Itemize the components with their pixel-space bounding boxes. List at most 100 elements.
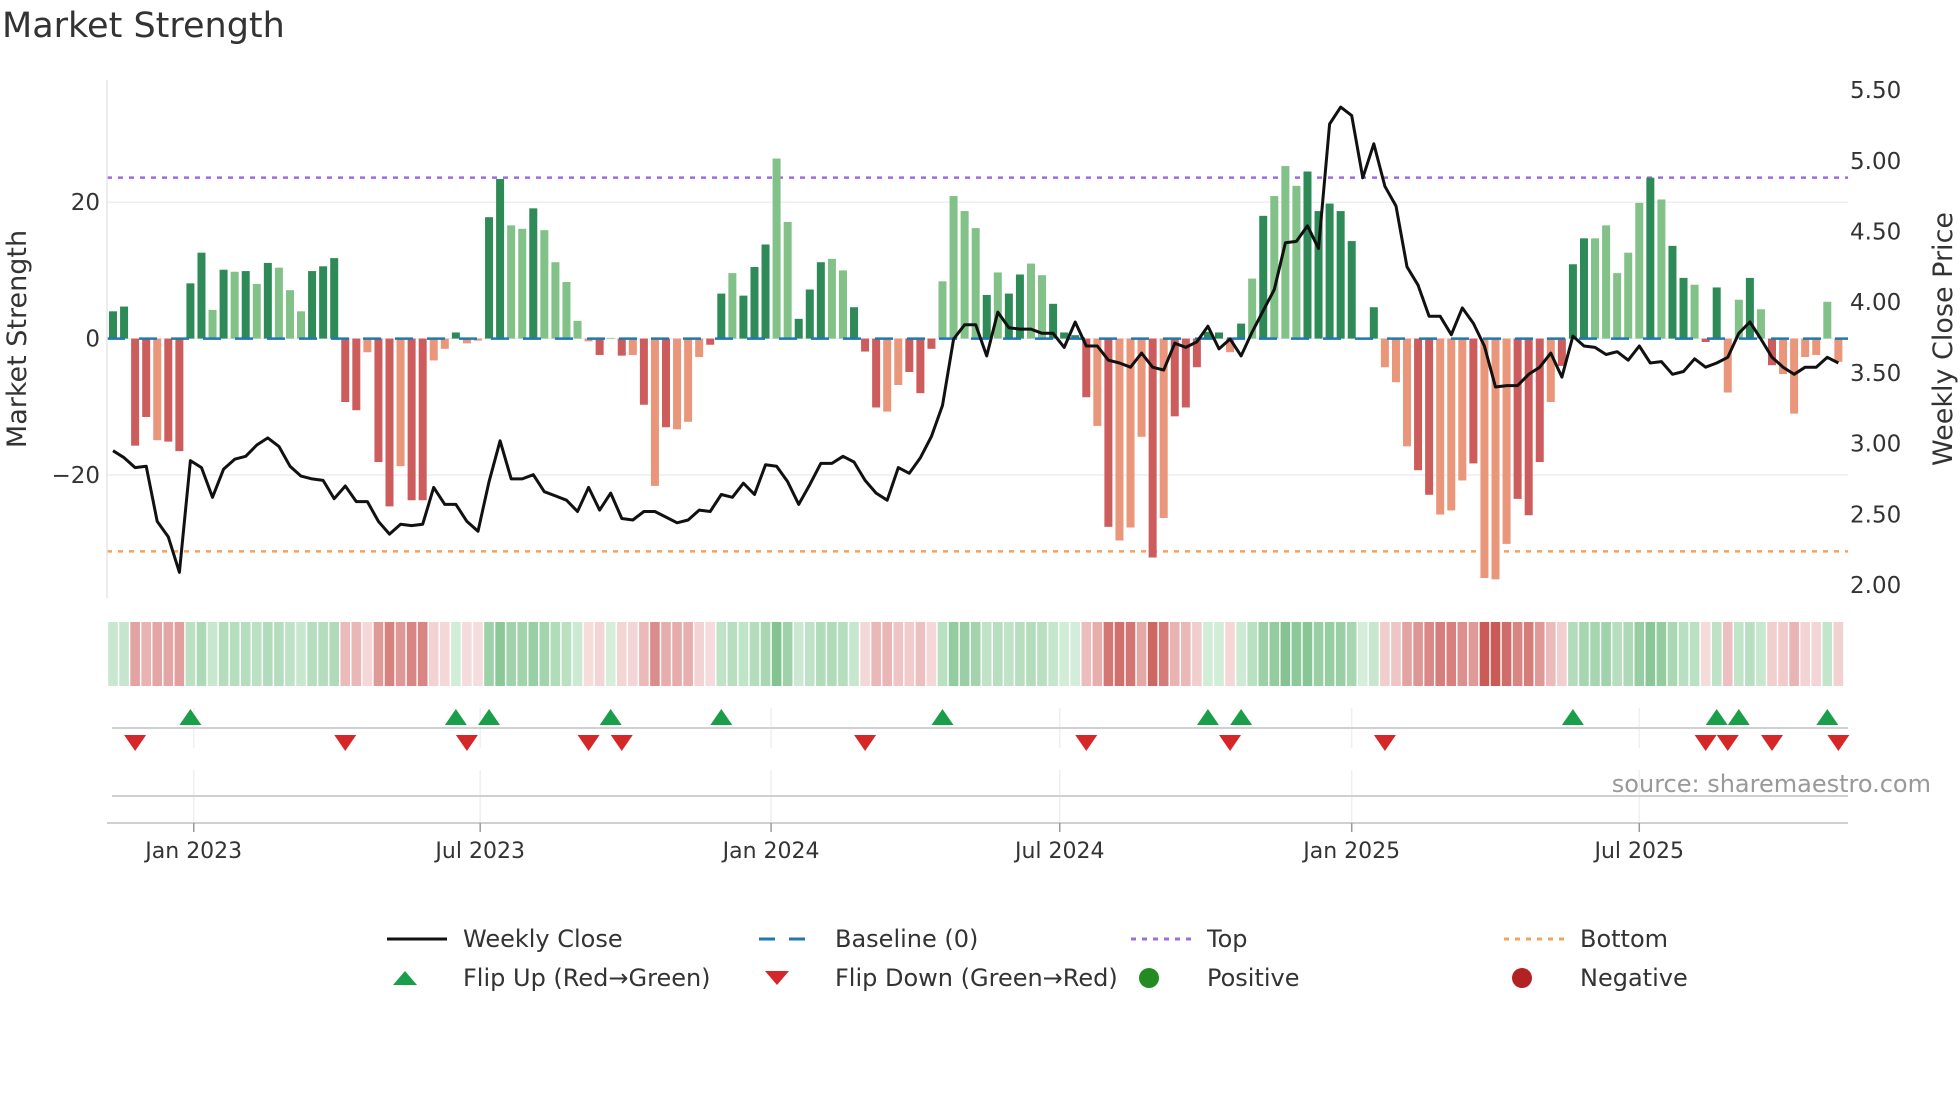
strength-bar <box>1436 338 1445 515</box>
flip-up-marker <box>931 709 954 725</box>
heat-strip-cell <box>251 622 262 686</box>
heat-strip-cell <box>1612 622 1622 686</box>
strength-bar <box>673 338 682 430</box>
strength-bar <box>485 217 494 339</box>
y-tick-label: 20 <box>71 190 100 216</box>
heat-strip-cell <box>1015 622 1025 686</box>
heat-strip-cell <box>1081 622 1092 686</box>
heat-strip-cell <box>993 622 1003 686</box>
heat-strip-cell <box>329 622 339 686</box>
heat-strip-cell <box>760 622 771 686</box>
strength-bar <box>1292 185 1301 339</box>
heat-strip-cell <box>683 622 693 686</box>
strength-bar <box>330 258 339 339</box>
heat-strip-cell <box>1623 622 1634 686</box>
heat-strip-cell <box>738 622 749 686</box>
strength-bar <box>761 244 770 339</box>
strength-bar <box>385 338 394 507</box>
heat-strip-cell <box>1324 622 1335 686</box>
strength-bar <box>728 273 737 339</box>
heat-strip-cell <box>1236 622 1246 686</box>
heat-strip-cell <box>749 622 760 686</box>
strength-bar <box>861 338 870 352</box>
strength-bar <box>297 311 306 339</box>
axes: 20 0 −20 5.50 5.00 4.50 4.00 3.50 3.00 2.50 2.00 Ja… <box>51 78 1901 864</box>
heat-strip-cell <box>1158 622 1169 686</box>
strength-bar <box>772 158 781 339</box>
flip-up-marker <box>1196 709 1219 725</box>
heat-strip-cell <box>373 622 384 686</box>
heat-strip-cell <box>1114 622 1125 686</box>
strength-bar <box>440 338 449 349</box>
heat-strip-cell <box>1778 622 1788 686</box>
heat-strip-cell <box>849 622 859 686</box>
strength-bar <box>938 281 947 339</box>
heat-strip-cell <box>1357 622 1368 686</box>
flip-up-marker <box>1561 709 1584 725</box>
x-tick-label: Jul 2025 <box>1593 839 1685 864</box>
heat-strip-cell <box>406 622 417 686</box>
strength-bar <box>1690 284 1699 339</box>
strength-bar <box>971 228 980 339</box>
flip-down-marker <box>1075 735 1098 751</box>
heat-strip-cell <box>1490 622 1501 686</box>
heat-strip-cell <box>1391 622 1401 686</box>
strength-bar <box>1347 241 1356 339</box>
y-tick-label: −20 <box>51 463 100 489</box>
strength-bar <box>153 338 162 441</box>
strength-bar <box>263 262 272 339</box>
strength-bar <box>1215 332 1223 339</box>
heat-strip-cell <box>285 622 295 686</box>
heat-strip-cell <box>1147 622 1158 686</box>
strength-bar <box>197 252 206 339</box>
heat-strip-cell <box>1424 622 1434 686</box>
heat-strip-cell <box>484 622 494 686</box>
strength-bar <box>794 318 803 339</box>
flip-up-marker <box>599 709 622 725</box>
flip-up-marker <box>1230 709 1253 725</box>
y2-tick-label: 5.00 <box>1850 149 1901 175</box>
heat-strip-cell <box>1700 622 1711 686</box>
heat-strip-cell <box>207 622 218 686</box>
heat-strip-cell <box>296 622 306 686</box>
heat-strip-cell <box>506 622 516 686</box>
strength-bar <box>507 225 516 339</box>
strength-bar <box>905 338 914 373</box>
flip-up-marker <box>1727 709 1750 725</box>
strength-bar <box>562 281 571 339</box>
strength-bar <box>230 271 239 339</box>
heat-strip-cell <box>351 622 362 686</box>
heat-strip-cell <box>362 622 373 686</box>
heat-strip-cell <box>108 622 118 686</box>
heat-strip-cell <box>1280 622 1291 686</box>
heat-strip-cell <box>1026 622 1036 686</box>
strength-bar <box>142 338 151 418</box>
heat-strip-cell <box>904 622 915 686</box>
strength-bar <box>1391 338 1400 383</box>
strength-bar <box>319 266 328 339</box>
strength-bar <box>783 221 792 339</box>
strength-bar <box>396 338 405 467</box>
strength-bar <box>573 320 582 339</box>
y2-tick-label: 5.50 <box>1850 78 1901 104</box>
strength-bar <box>650 338 659 486</box>
heat-strip-cell <box>1125 622 1136 686</box>
heat-strip-cell <box>926 622 937 686</box>
heat-strip-cell <box>428 622 439 686</box>
strength-bar <box>274 267 283 339</box>
heat-strip-cell <box>1501 622 1512 686</box>
heat-strip-cell <box>804 622 815 686</box>
heat-strip-cell <box>462 622 472 686</box>
flip-up-marker <box>1705 709 1728 725</box>
y-tick-label: 0 <box>85 327 100 353</box>
strength-bar <box>252 284 261 339</box>
strength-bar <box>308 271 317 339</box>
strength-bar <box>208 309 217 339</box>
heat-strip-cell <box>1678 622 1689 686</box>
strength-bar <box>1812 338 1821 355</box>
heat-strip-cell <box>1413 622 1423 686</box>
y2-tick-label: 3.00 <box>1850 432 1901 458</box>
heat-strip-cell <box>539 622 550 686</box>
heat-strip-cell <box>1656 622 1667 686</box>
source-label: source: sharemaestro.com <box>1612 770 1931 798</box>
